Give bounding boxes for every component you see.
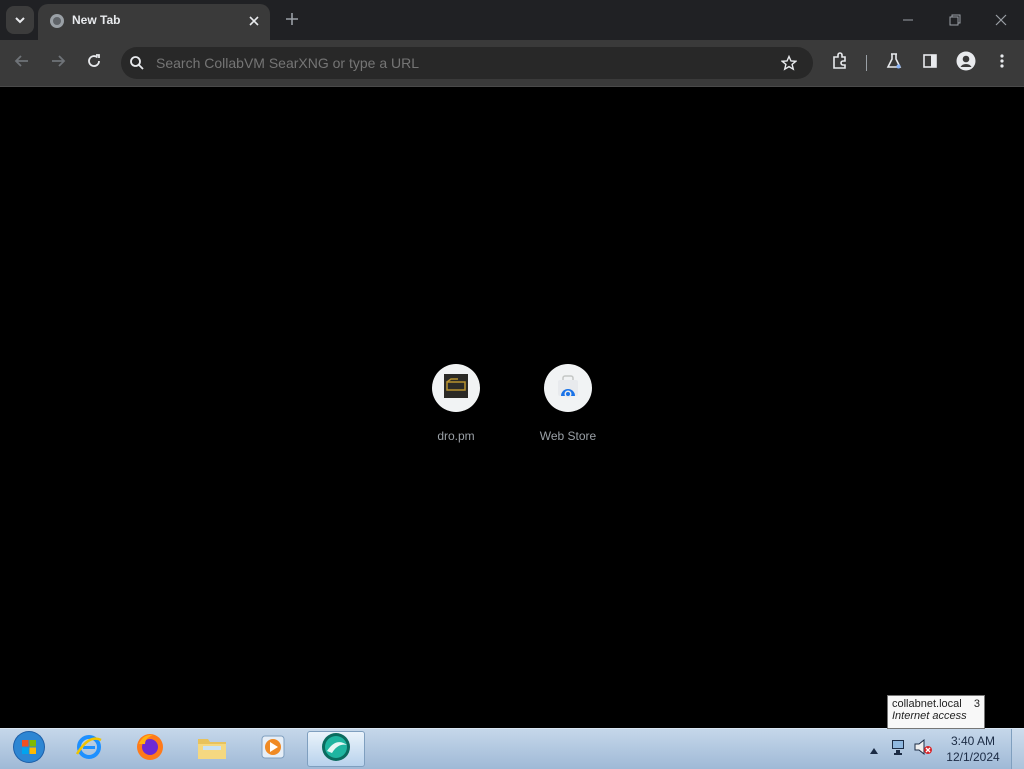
clock[interactable]: 3:40 AM 12/1/2024	[938, 733, 1008, 765]
chevron-up-icon	[870, 739, 878, 758]
start-button[interactable]	[0, 731, 58, 767]
shortcut-label: dro.pm	[437, 429, 475, 443]
shortcut-label: Web Store	[539, 429, 597, 443]
new-tab-button[interactable]	[281, 9, 303, 31]
chevron-down-icon	[14, 11, 26, 30]
restore-icon	[949, 11, 961, 30]
tab-search-button[interactable]	[6, 6, 34, 34]
omnibox-input[interactable]	[156, 47, 756, 79]
web-store-icon	[556, 374, 580, 402]
shortcut-tile[interactable]: Web Store	[512, 364, 624, 464]
profile-icon	[956, 51, 976, 75]
taskbar: 3:40 AM 12/1/2024	[0, 728, 1024, 769]
network-tray-button[interactable]	[889, 739, 909, 759]
labs-button[interactable]	[882, 51, 906, 75]
plus-icon	[285, 11, 299, 30]
tooltip-network-name: collabnet.local	[892, 698, 962, 710]
toolbar	[0, 40, 1024, 87]
side-panel-button[interactable]	[918, 51, 942, 75]
flask-icon	[885, 52, 903, 74]
internet-explorer-icon	[74, 732, 104, 766]
browser-window: New Tab Search CollabVM SearXNG or type …	[0, 0, 1024, 728]
forward-arrow-icon	[50, 53, 66, 73]
star-icon[interactable]	[779, 53, 799, 73]
tooltip-count: 3	[973, 698, 980, 710]
close-icon	[995, 11, 1007, 30]
minimize-icon	[902, 11, 914, 30]
minimize-button[interactable]	[896, 8, 920, 32]
omnibox[interactable]	[121, 47, 813, 79]
extensions-button[interactable]	[828, 51, 852, 75]
profile-button[interactable]	[954, 51, 978, 75]
menu-button[interactable]	[990, 51, 1014, 75]
shortcut-tile[interactable]: dro.pm	[400, 364, 512, 464]
network-tooltip: collabnet.local 3 Internet access	[887, 695, 985, 729]
taskbar-browser[interactable]	[307, 731, 365, 767]
taskbar-media-player[interactable]	[244, 731, 302, 767]
shortcut-icon-circle	[544, 364, 592, 412]
media-player-icon	[259, 733, 287, 765]
windows-orb-icon	[12, 730, 46, 768]
toolbar-separator	[866, 55, 867, 71]
browser-icon	[320, 731, 352, 767]
tab-close-button[interactable]	[245, 12, 263, 30]
folder-icon	[196, 733, 228, 765]
shortcut-icon-circle	[432, 364, 480, 412]
reload-button[interactable]	[81, 50, 107, 76]
taskbar-file-explorer[interactable]	[183, 731, 241, 767]
dro-pm-favicon	[444, 374, 468, 402]
kebab-menu-icon	[994, 53, 1010, 73]
volume-muted-icon	[913, 738, 933, 760]
tooltip-status: Internet access	[892, 710, 967, 722]
back-button[interactable]	[9, 50, 35, 76]
forward-button[interactable]	[45, 50, 71, 76]
show-desktop-button[interactable]	[1011, 729, 1024, 769]
reload-icon	[86, 53, 102, 73]
tab-new-tab[interactable]: New Tab	[38, 4, 270, 40]
tab-strip: New Tab	[0, 0, 1024, 40]
clock-date: 12/1/2024	[946, 750, 1000, 764]
firefox-icon	[135, 732, 165, 766]
globe-icon	[49, 13, 65, 29]
puzzle-icon	[831, 52, 849, 74]
volume-tray-button[interactable]	[913, 738, 933, 760]
restore-button[interactable]	[943, 8, 967, 32]
search-icon	[129, 55, 145, 71]
window-close-button[interactable]	[989, 8, 1013, 32]
back-arrow-icon	[14, 53, 30, 73]
network-icon	[890, 738, 908, 760]
side-panel-icon	[922, 53, 938, 73]
show-hidden-icons-button[interactable]	[867, 741, 881, 755]
clock-time: 3:40 AM	[950, 734, 996, 748]
tab-title: New Tab	[72, 13, 121, 27]
taskbar-internet-explorer[interactable]	[60, 731, 118, 767]
taskbar-firefox[interactable]	[121, 731, 179, 767]
new-tab-page: dro.pm Web Store	[0, 87, 1024, 728]
